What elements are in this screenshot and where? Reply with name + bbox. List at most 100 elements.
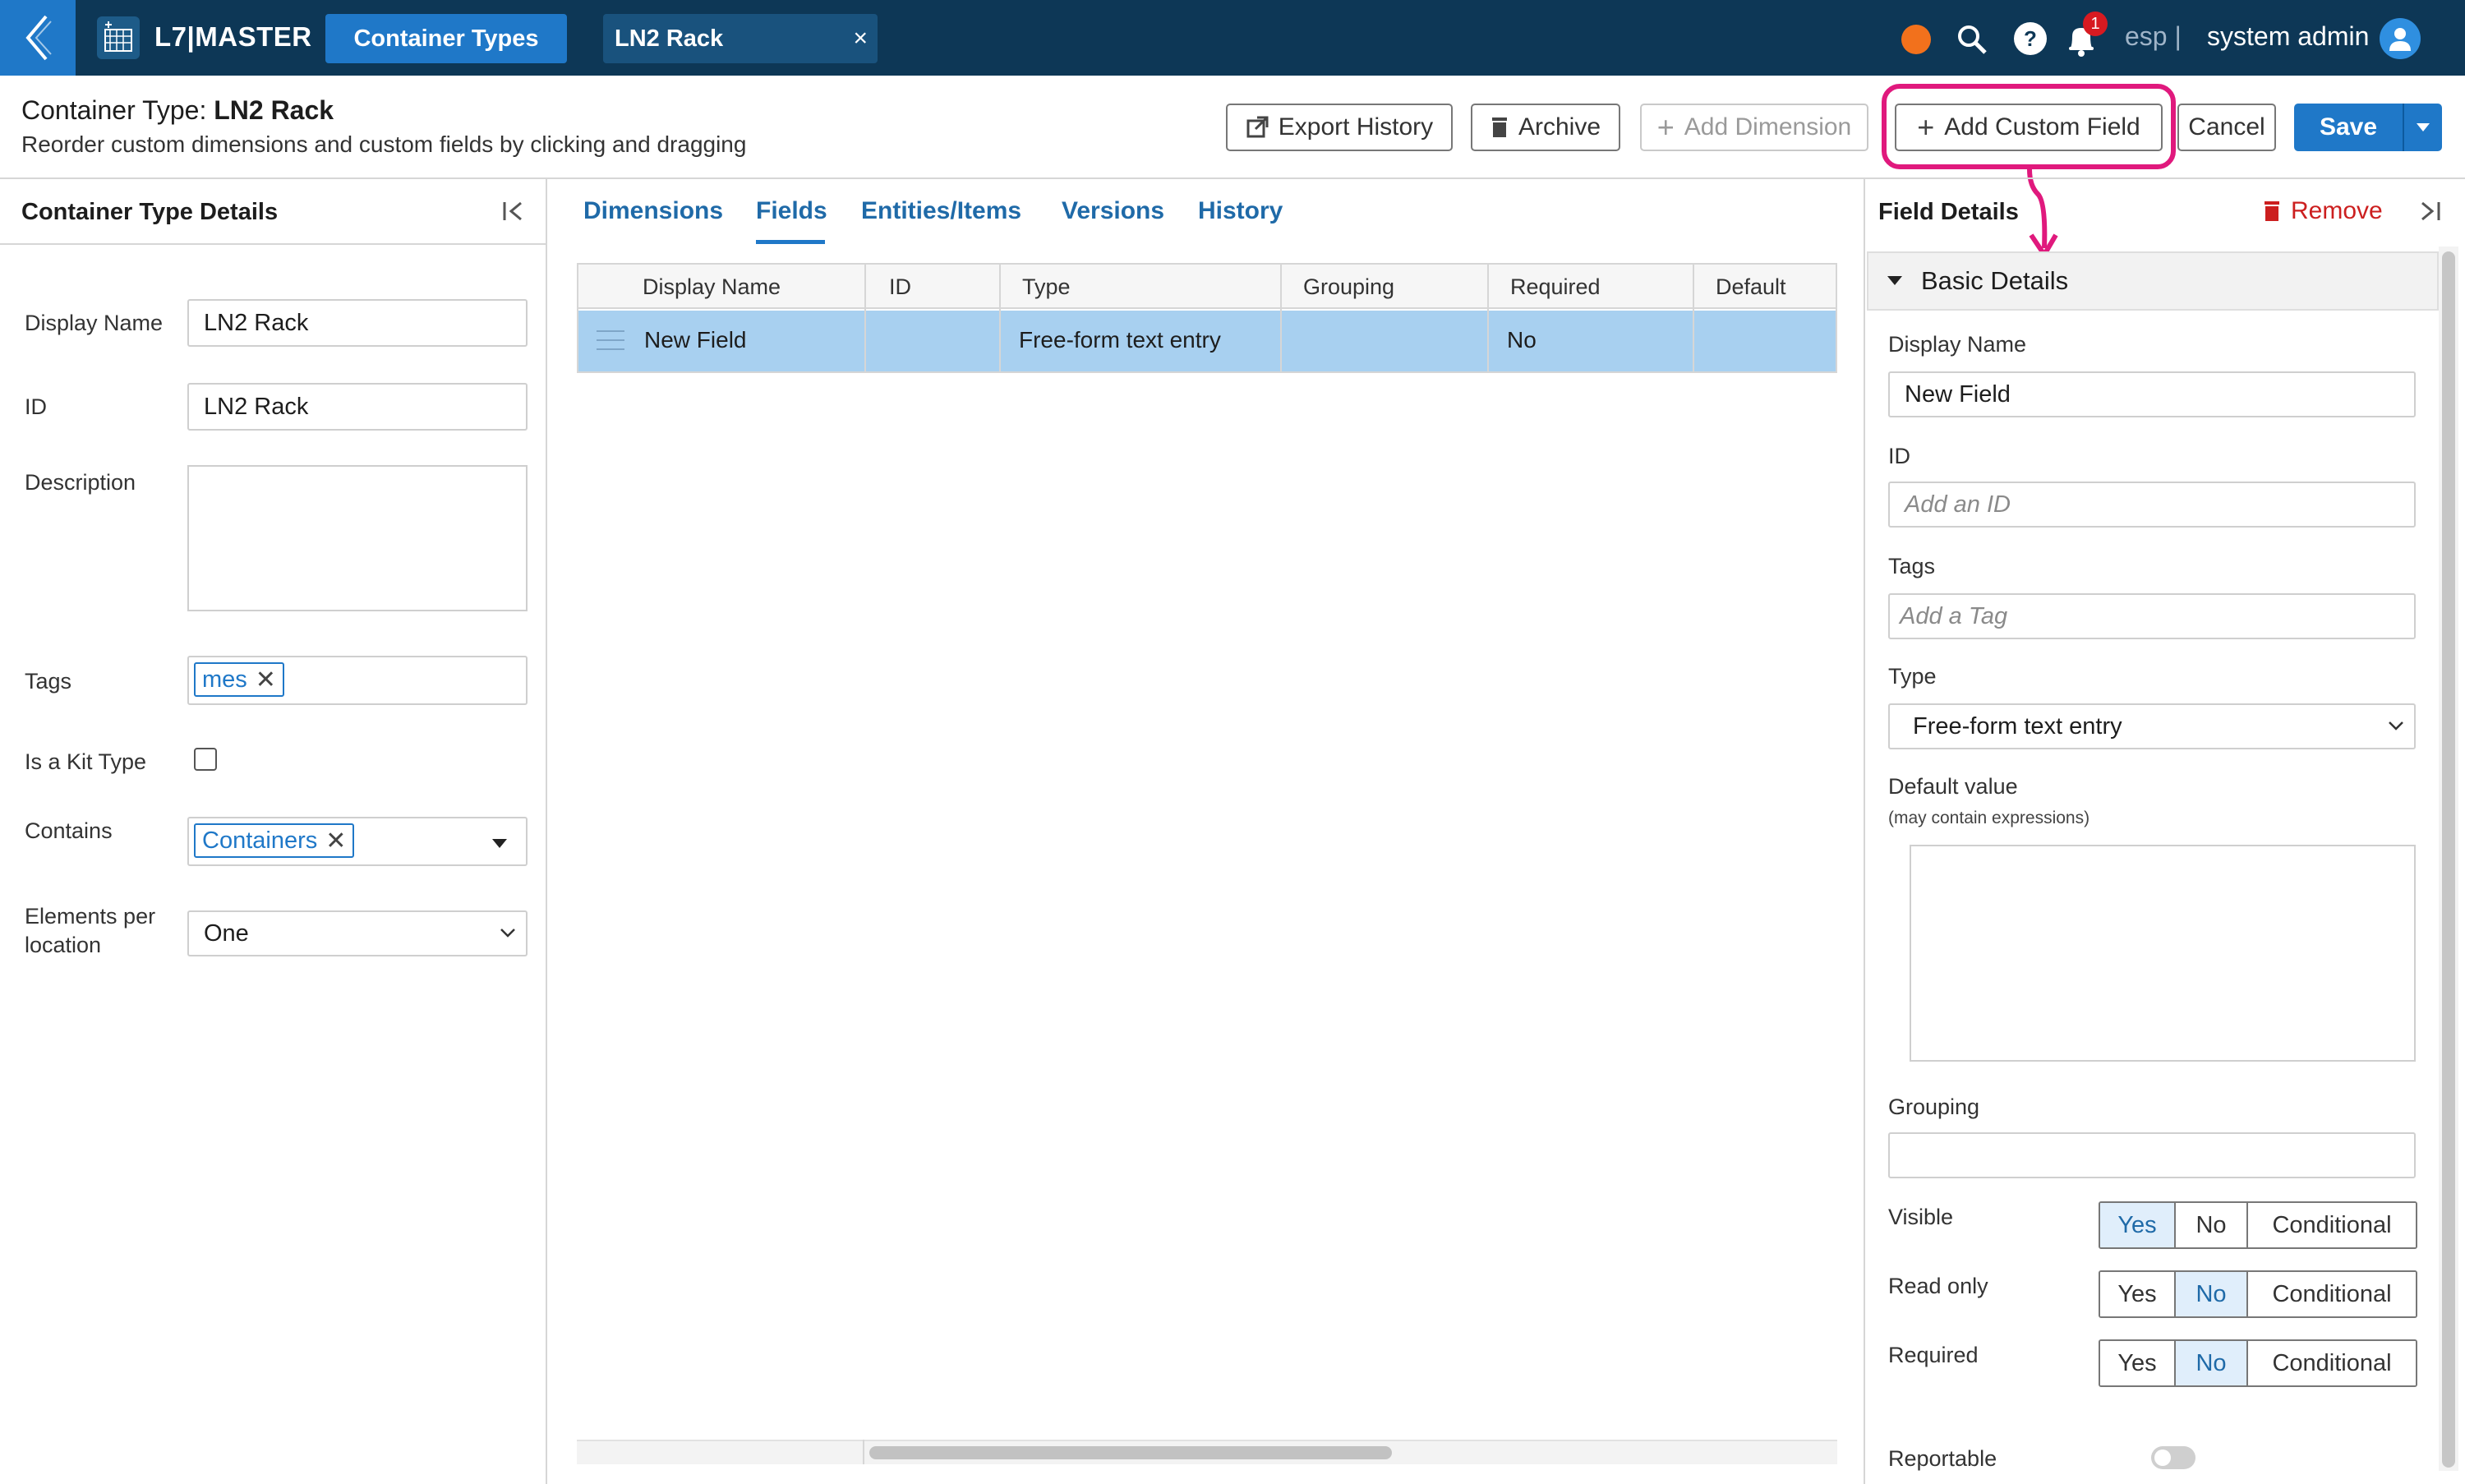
read-only-label: Read only	[1888, 1274, 1988, 1298]
field-id-input[interactable]: Add an ID	[1888, 482, 2416, 528]
left-panel-title: Container Type Details	[21, 199, 279, 225]
elements-select[interactable]: One	[187, 910, 528, 956]
app-title: L7|MASTER	[154, 21, 312, 52]
id-field[interactable]: LN2 Rack	[187, 383, 528, 431]
highlight-annotation	[1882, 84, 2176, 169]
column-separator	[1280, 265, 1282, 371]
default-value-input[interactable]	[1910, 845, 2416, 1062]
required-label: Required	[1888, 1343, 1979, 1367]
column-header[interactable]: Type	[1022, 274, 1071, 300]
grouping-label: Grouping	[1888, 1095, 1980, 1119]
right-panel-title: Field Details	[1878, 199, 2019, 225]
tab-fields[interactable]: Fields	[756, 197, 827, 225]
remove-tag-icon[interactable]: ✕	[256, 666, 276, 694]
basic-details-header[interactable]: Basic Details	[1867, 251, 2439, 311]
remove-button[interactable]: Remove	[2263, 197, 2383, 225]
collapse-left-icon[interactable]	[501, 199, 526, 228]
read-only-yes[interactable]: Yes	[2100, 1272, 2176, 1316]
add-dimension-button[interactable]: + Add Dimension	[1640, 104, 1868, 151]
chevron-down-icon	[500, 929, 515, 938]
kit-type-checkbox[interactable]	[194, 748, 217, 771]
chevron-down-icon	[2389, 721, 2403, 730]
app-logo-icon[interactable]	[97, 16, 140, 59]
required-no[interactable]: No	[2176, 1341, 2248, 1385]
grouping-input[interactable]	[1888, 1132, 2416, 1178]
description-field[interactable]	[187, 465, 528, 611]
visible-no[interactable]: No	[2176, 1203, 2248, 1247]
field-display-name-input[interactable]: New Field	[1888, 371, 2416, 417]
search-icon[interactable]	[1956, 23, 1988, 60]
read-only-conditional[interactable]: Conditional	[2248, 1272, 2416, 1316]
remove-contains-icon[interactable]: ✕	[325, 827, 346, 855]
trash-icon	[2265, 201, 2279, 221]
column-header[interactable]: Grouping	[1303, 274, 1394, 300]
visible-yes[interactable]: Yes	[2100, 1203, 2176, 1247]
active-tab-indicator	[756, 240, 825, 244]
drag-handle-icon[interactable]	[597, 330, 624, 353]
scrollbar-thumb[interactable]	[869, 1446, 1392, 1459]
tab-label: Container Types	[353, 25, 539, 52]
visible-toggle: Yes No Conditional	[2099, 1201, 2417, 1249]
collapse-right-icon[interactable]	[2417, 199, 2442, 228]
tab-entities-items[interactable]: Entities/Items	[861, 197, 1021, 225]
contains-chip: Containers ✕	[194, 823, 355, 858]
page-subtitle: Reorder custom dimensions and custom fie…	[21, 131, 747, 157]
tag-chip: mes ✕	[194, 662, 284, 697]
tab-container-types[interactable]: Container Types	[325, 14, 567, 63]
trash-icon	[1491, 118, 1507, 137]
tab-dimensions[interactable]: Dimensions	[583, 197, 723, 225]
field-display-name-label: Display Name	[1888, 332, 2027, 357]
caret-down-icon[interactable]	[2404, 122, 2442, 133]
status-indicator[interactable]	[1901, 25, 1931, 54]
field-tags-input[interactable]: Add a Tag	[1888, 593, 2416, 639]
column-separator	[1693, 265, 1694, 371]
tab-ln2-rack[interactable]: LN2 Rack ×	[603, 14, 878, 63]
field-type-label: Type	[1888, 664, 1937, 689]
column-separator	[864, 265, 866, 371]
tab-label: LN2 Rack	[615, 25, 724, 52]
left-title-divider	[0, 243, 546, 245]
avatar[interactable]	[2380, 18, 2421, 59]
cell-display-name: New Field	[644, 327, 747, 353]
export-history-button[interactable]: Export History	[1226, 104, 1453, 151]
chevron-left-icon	[25, 15, 52, 61]
field-tags-label: Tags	[1888, 554, 1936, 578]
elements-label: Elements per location	[25, 904, 156, 957]
visible-conditional[interactable]: Conditional	[2248, 1203, 2416, 1247]
close-icon[interactable]: ×	[853, 25, 868, 53]
description-label: Description	[25, 470, 136, 495]
user-icon	[2389, 28, 2411, 51]
column-header[interactable]: Default	[1716, 274, 1786, 300]
required-yes[interactable]: Yes	[2100, 1341, 2176, 1385]
display-name-label: Display Name	[25, 311, 164, 335]
column-header[interactable]: ID	[889, 274, 911, 300]
tab-versions[interactable]: Versions	[1062, 197, 1164, 225]
read-only-toggle: Yes No Conditional	[2099, 1270, 2417, 1318]
cell-required: No	[1507, 327, 1537, 353]
vertical-scrollbar-thumb[interactable]	[2442, 251, 2455, 1468]
right-panel-divider	[1864, 179, 1865, 1484]
external-link-icon	[1246, 116, 1269, 138]
default-value-hint: (may contain expressions)	[1888, 809, 2090, 827]
header-divider	[0, 177, 2465, 179]
tab-history[interactable]: History	[1198, 197, 1283, 225]
field-type-select[interactable]: Free-form text entry	[1888, 703, 2416, 749]
reportable-switch[interactable]	[2151, 1446, 2195, 1469]
save-button[interactable]: Save	[2294, 104, 2442, 151]
default-value-label: Default value	[1888, 774, 2018, 799]
column-separator	[1487, 265, 1489, 371]
column-separator	[999, 265, 1001, 371]
contains-label: Contains	[25, 818, 113, 843]
archive-button[interactable]: Archive	[1471, 104, 1620, 151]
cancel-button[interactable]: Cancel	[2177, 104, 2276, 151]
user-name[interactable]: system admin	[2207, 21, 2369, 52]
help-icon[interactable]: ?	[2013, 21, 2048, 60]
caret-down-icon[interactable]	[491, 838, 508, 854]
tags-label: Tags	[25, 669, 72, 694]
column-header[interactable]: Display Name	[643, 274, 781, 300]
display-name-field[interactable]: LN2 Rack	[187, 299, 528, 347]
back-button[interactable]	[0, 0, 76, 76]
column-header[interactable]: Required	[1510, 274, 1601, 300]
required-conditional[interactable]: Conditional	[2248, 1341, 2416, 1385]
read-only-no[interactable]: No	[2176, 1272, 2248, 1316]
